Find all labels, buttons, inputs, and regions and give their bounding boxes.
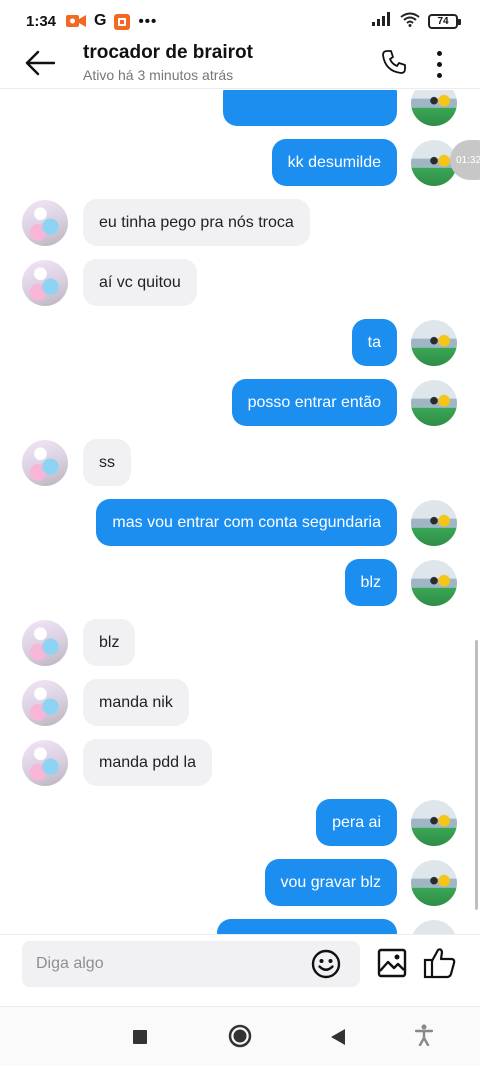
outgoing-message: pera ai	[0, 799, 480, 847]
message-bubble[interactable]: blz	[344, 559, 397, 606]
outgoing-message: mas vou entrar com conta segundaria	[0, 499, 480, 547]
accessibility-button[interactable]	[412, 1023, 436, 1047]
outgoing-message: vou gravar blz	[0, 859, 480, 907]
outgoing-message	[0, 89, 480, 127]
back-arrow-icon	[25, 50, 55, 76]
wifi-icon	[400, 12, 420, 31]
contact-avatar[interactable]	[22, 740, 68, 786]
contact-name[interactable]: trocador de brairot	[83, 42, 253, 64]
message-bubble[interactable]: ta	[351, 319, 397, 366]
recents-button[interactable]	[128, 1025, 152, 1049]
screen: 1:34 G ••• 74 trocador de brairot Ativo …	[0, 0, 480, 1066]
message-bubble[interactable]: vou gravar blz	[264, 859, 397, 906]
recents-square-icon	[133, 1030, 147, 1044]
google-icon: G	[94, 12, 107, 29]
scrollbar[interactable]	[475, 640, 478, 910]
message-input[interactable]: Diga algo	[22, 941, 360, 987]
home-button[interactable]	[227, 1023, 253, 1049]
status-time: 1:34	[26, 12, 57, 30]
my-avatar[interactable]	[411, 320, 457, 366]
video-camera-icon	[66, 14, 87, 28]
phone-icon	[382, 50, 406, 74]
contact-avatar[interactable]	[22, 680, 68, 726]
contact-avatar[interactable]	[22, 440, 68, 486]
incoming-message: aí vc quitou	[0, 259, 480, 307]
contact-avatar[interactable]	[22, 260, 68, 306]
more-vertical-icon	[436, 50, 442, 56]
status-bar: 1:34 G ••• 74	[0, 0, 480, 42]
my-avatar[interactable]	[411, 800, 457, 846]
incoming-message: ss	[0, 439, 480, 487]
message-bubble[interactable]: add lá Lucas_cruz09	[217, 919, 397, 934]
system-navigation-bar	[0, 1006, 480, 1066]
emoji-icon[interactable]	[310, 948, 342, 980]
back-button[interactable]	[20, 46, 60, 80]
incoming-message: blz	[0, 619, 480, 667]
message-bubble[interactable]: aí vc quitou	[83, 259, 197, 306]
message-bubble[interactable]: mas vou entrar com conta segundaria	[96, 499, 397, 546]
message-composer: Diga algo	[0, 934, 480, 1006]
battery-icon: 74	[428, 13, 461, 29]
accessibility-icon	[415, 1024, 433, 1046]
outgoing-message: posso entrar então	[0, 379, 480, 427]
image-icon[interactable]	[376, 947, 408, 979]
message-bubble[interactable]: pera ai	[316, 799, 397, 846]
message-bubble[interactable]: kk desumilde	[271, 139, 397, 186]
more-notifications-icon: •••	[138, 12, 158, 30]
shopping-bag-icon	[114, 13, 131, 30]
outgoing-message: blz	[0, 559, 480, 607]
call-button[interactable]	[378, 46, 410, 78]
last-active-status: Ativo há 3 minutos atrás	[83, 67, 234, 83]
message-bubble[interactable]: ss	[83, 439, 131, 486]
chat-header: trocador de brairot Ativo há 3 minutos a…	[0, 42, 480, 90]
my-avatar[interactable]	[411, 380, 457, 426]
outgoing-message: kk desumilde	[0, 139, 480, 187]
contact-avatar[interactable]	[22, 620, 68, 666]
contact-avatar[interactable]	[22, 200, 68, 246]
my-avatar[interactable]	[411, 89, 457, 126]
signal-icon	[372, 12, 392, 30]
message-bubble[interactable]: posso entrar então	[231, 379, 397, 426]
my-avatar[interactable]	[411, 860, 457, 906]
system-back-button[interactable]	[326, 1025, 350, 1049]
message-list[interactable]: kk desumilde eu tinha pego pra nós troca a…	[0, 89, 480, 934]
message-bubble[interactable]: manda nik	[83, 679, 189, 726]
message-bubble[interactable]: manda pdd la	[83, 739, 212, 786]
incoming-message: eu tinha pego pra nós troca	[0, 199, 480, 247]
message-bubble[interactable]: blz	[83, 619, 136, 666]
more-options-button[interactable]	[426, 44, 452, 84]
outgoing-message: add lá Lucas_cruz09	[0, 919, 480, 934]
home-circle-icon	[228, 1024, 252, 1048]
incoming-message: manda pdd la	[0, 739, 480, 787]
message-bubble[interactable]	[223, 89, 397, 126]
header-divider	[0, 88, 480, 89]
incoming-message: manda nik	[0, 679, 480, 727]
message-input-placeholder: Diga algo	[36, 955, 104, 972]
message-bubble[interactable]: eu tinha pego pra nós troca	[83, 199, 310, 246]
my-avatar[interactable]	[411, 500, 457, 546]
outgoing-message: ta	[0, 319, 480, 367]
my-avatar[interactable]	[411, 920, 457, 934]
back-triangle-icon	[331, 1029, 345, 1045]
my-avatar[interactable]	[411, 560, 457, 606]
thumbs-up-icon[interactable]	[422, 945, 458, 981]
